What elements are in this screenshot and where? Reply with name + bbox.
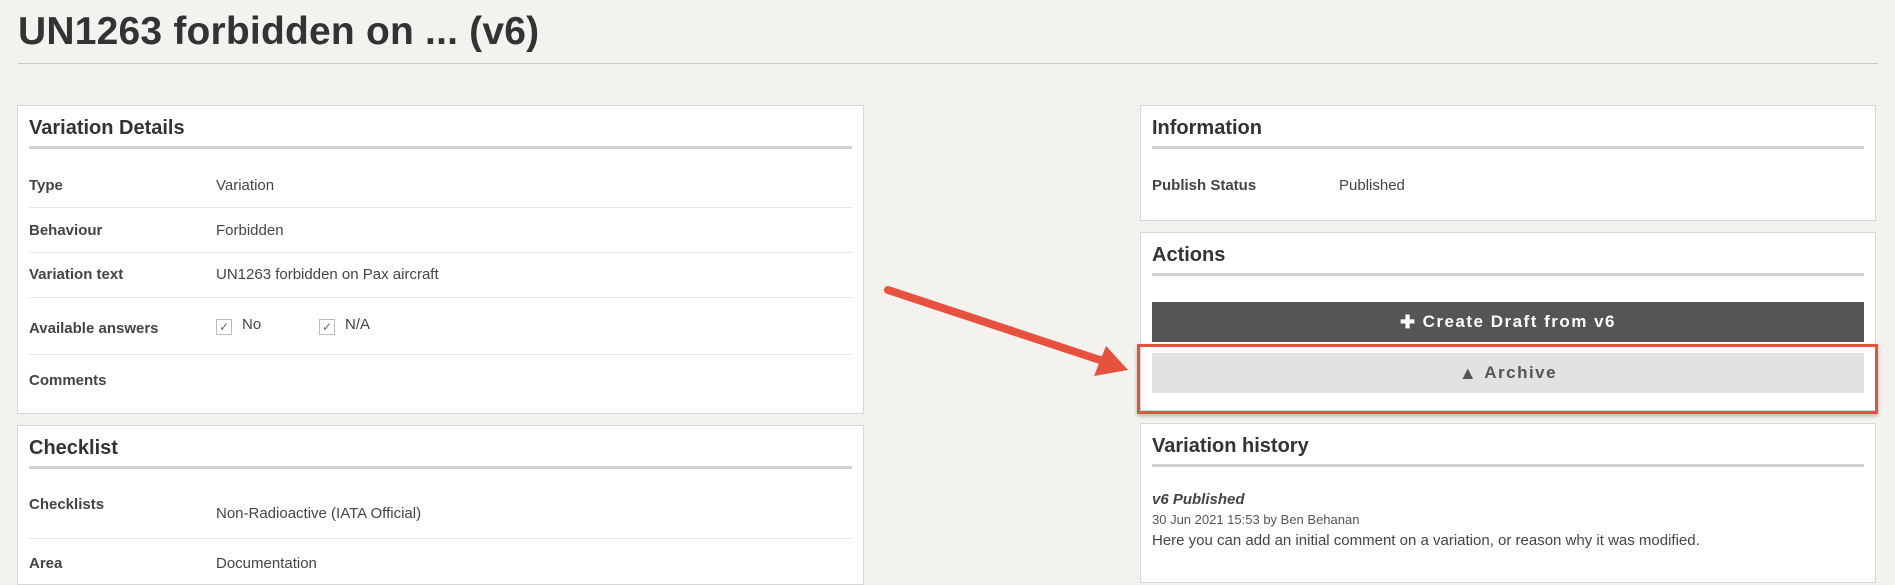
variation-details-heading: Variation Details [29, 117, 852, 149]
checklist-row-checklists: Checklists Non-Radioactive (IATA Officia… [29, 481, 852, 539]
detail-row-behaviour: Behaviour Forbidden [29, 207, 852, 253]
checklist-label: Area [29, 555, 63, 572]
detail-row-variation-text: Variation text UN1263 forbidden on Pax a… [29, 252, 852, 298]
annotation-highlight-box [1137, 344, 1878, 414]
plus-icon: ✚ [1399, 311, 1417, 332]
answer-no: ✓ No [216, 316, 261, 335]
detail-row-type: Type Variation [29, 161, 852, 208]
detail-value: Forbidden [216, 222, 284, 239]
detail-label: Available answers [29, 320, 159, 337]
create-draft-button[interactable]: ✚ Create Draft from v6 [1152, 302, 1864, 342]
history-entry-title: v6 Published [1152, 491, 1245, 508]
variation-history-panel: Variation history v6 Published 30 Jun 20… [1140, 423, 1876, 583]
variation-history-heading: Variation history [1152, 435, 1864, 467]
information-heading: Information [1152, 117, 1864, 149]
checklist-label: Checklists [29, 496, 105, 513]
page-title: UN1263 forbidden on ... (v6) [18, 10, 540, 53]
info-label: Publish Status [1152, 177, 1257, 194]
info-value: Published [1339, 177, 1405, 194]
title-divider [18, 63, 1878, 64]
info-row-publish-status: Publish Status Published [1152, 161, 1864, 207]
detail-label: Type [29, 177, 63, 194]
answer-na: ✓ N/A [319, 316, 370, 335]
detail-label: Behaviour [29, 222, 103, 239]
history-entry-text: Here you can add an initial comment on a… [1152, 532, 1700, 549]
detail-row-available-answers: Available answers ✓ No ✓ N/A [29, 297, 852, 355]
actions-heading: Actions [1152, 244, 1864, 276]
detail-label: Comments [29, 372, 107, 389]
annotation-arrow-icon [884, 286, 1128, 376]
checklist-panel: Checklist Checklists Non-Radioactive (IA… [17, 425, 864, 585]
variation-details-panel: Variation Details Type Variation Behavio… [17, 105, 864, 414]
checklist-row-area: Area Documentation [29, 538, 852, 578]
checkbox-icon: ✓ [216, 319, 232, 335]
detail-row-comments: Comments [29, 354, 852, 404]
checkbox-icon: ✓ [319, 319, 335, 335]
detail-value: Variation [216, 177, 275, 194]
checklist-value: Documentation [216, 555, 317, 572]
history-entry-meta: 30 Jun 2021 15:53 by Ben Behanan [1152, 512, 1360, 527]
detail-label: Variation text [29, 266, 124, 283]
detail-value: UN1263 forbidden on Pax aircraft [216, 266, 439, 283]
checklist-value: Non-Radioactive (IATA Official) [216, 505, 422, 522]
information-panel: Information Publish Status Published [1140, 105, 1876, 221]
checklist-heading: Checklist [29, 437, 852, 469]
